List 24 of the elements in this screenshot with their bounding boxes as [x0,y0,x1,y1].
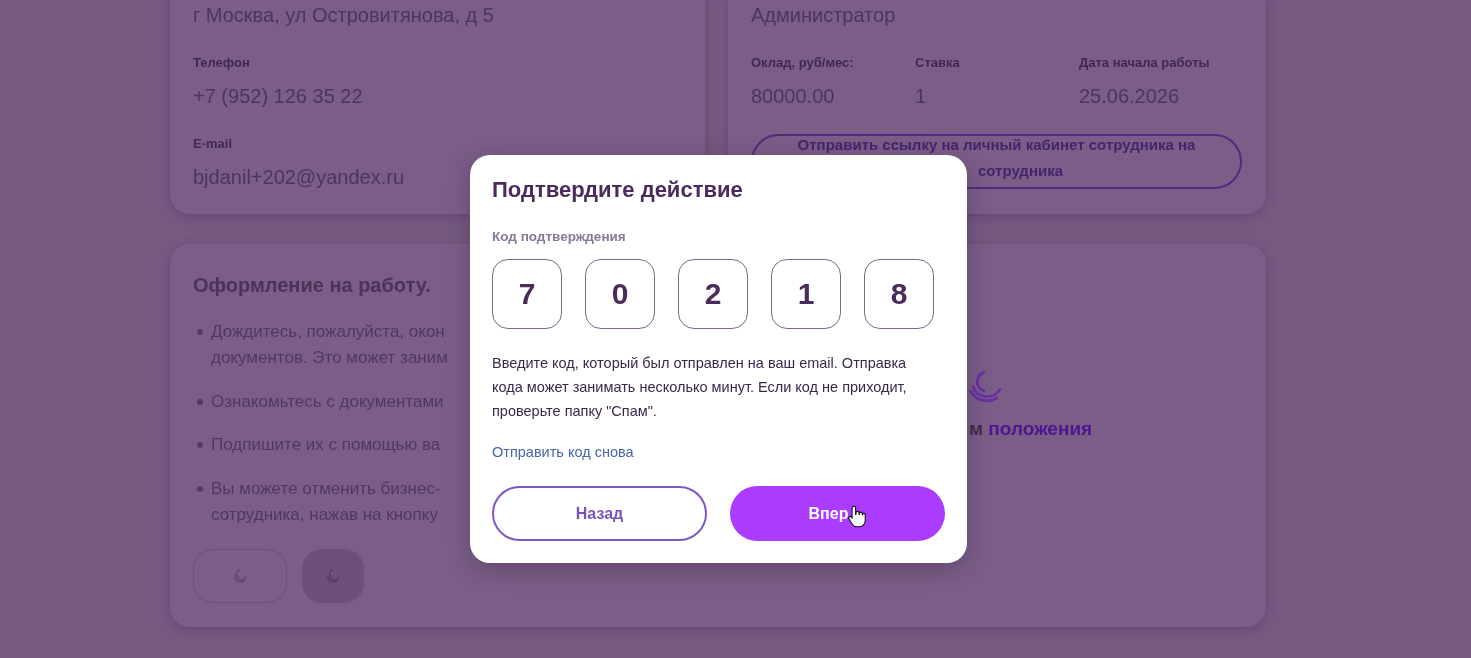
hand-cursor-icon [848,505,867,528]
code-digit-field[interactable]: 2 [678,259,748,329]
bullet-icon [197,329,203,335]
loading-button[interactable] [193,548,287,603]
code-digit-field[interactable]: 0 [585,259,655,329]
resend-code-link[interactable]: Отправить код снова [492,442,634,462]
field-label: Ставка [915,55,960,71]
field-label: Телефон [193,55,250,71]
dialog-title: Подтвердите действие [492,176,743,204]
code-digit-field[interactable]: 8 [864,259,934,329]
bullet-icon [197,442,203,448]
field-label: E-mail [193,136,232,152]
bullet-icon [197,485,203,492]
hint-text: Введите код, который был отправлен на ваш email. Отправка кода может занимать несколько минут. Если код не приходит, проверьте папку "Спам". [492,354,908,421]
bullet-icon [197,398,203,405]
status-text: м положения [969,417,1093,441]
code-label: Код подтверждения [492,229,626,245]
loading-button[interactable] [302,548,364,603]
code-digit-field[interactable]: 1 [771,259,841,329]
field-label: Оклад, руб/мес: [751,55,854,71]
next-button[interactable]: Впер [730,486,945,541]
field-label: Дата начала работы [1079,55,1210,71]
code-digit-field[interactable]: 7 [492,259,562,329]
back-button[interactable]: Назад [492,486,707,541]
